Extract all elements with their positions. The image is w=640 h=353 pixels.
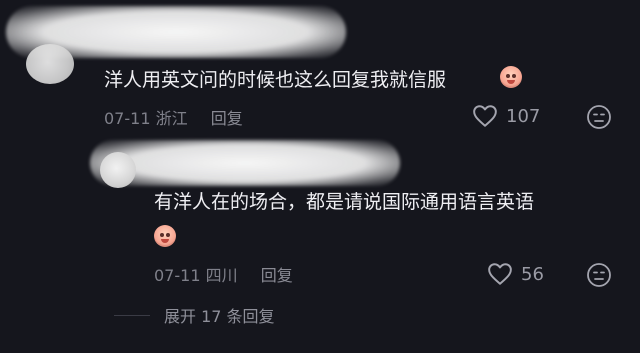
comment-thread: 洋人用英文问的时候也这么回复我就信服 07-11 浙江 回复 107 有洋人在的…: [0, 0, 640, 353]
like-count: 56: [521, 263, 544, 285]
reply-button[interactable]: 回复: [261, 266, 293, 285]
like-button[interactable]: 107: [472, 104, 540, 128]
expand-replies-button[interactable]: 展开 17 条回复: [114, 303, 275, 327]
comment-location: 浙江: [155, 109, 188, 128]
comment-meta-1: 07-11 浙江 回复: [104, 105, 243, 129]
like-button[interactable]: 56: [487, 262, 544, 286]
comment-location: 四川: [205, 266, 238, 285]
comment-meta-2: 07-11 四川 回复: [154, 262, 293, 286]
comment-date: 07-11: [154, 266, 201, 285]
heart-icon: [473, 105, 497, 127]
redacted-username-2: [90, 140, 400, 186]
heart-icon: [488, 263, 512, 285]
expand-replies-label: 展开 17 条回复: [164, 307, 275, 326]
like-count: 107: [506, 105, 541, 127]
emoji-face-icon: [500, 66, 522, 88]
dislike-face-icon[interactable]: [586, 104, 612, 130]
dislike-face-icon[interactable]: [586, 262, 612, 288]
divider-line: [114, 314, 150, 316]
avatar-1[interactable]: [26, 44, 74, 84]
comment-date: 07-11: [104, 109, 151, 128]
emoji-face-icon: [154, 225, 176, 247]
comment-text-2: 有洋人在的场合，都是请说国际通用语言英语: [154, 191, 535, 213]
comment-text-1: 洋人用英文问的时候也这么回复我就信服: [104, 69, 447, 91]
avatar-2[interactable]: [100, 152, 136, 188]
reply-button[interactable]: 回复: [211, 109, 243, 128]
